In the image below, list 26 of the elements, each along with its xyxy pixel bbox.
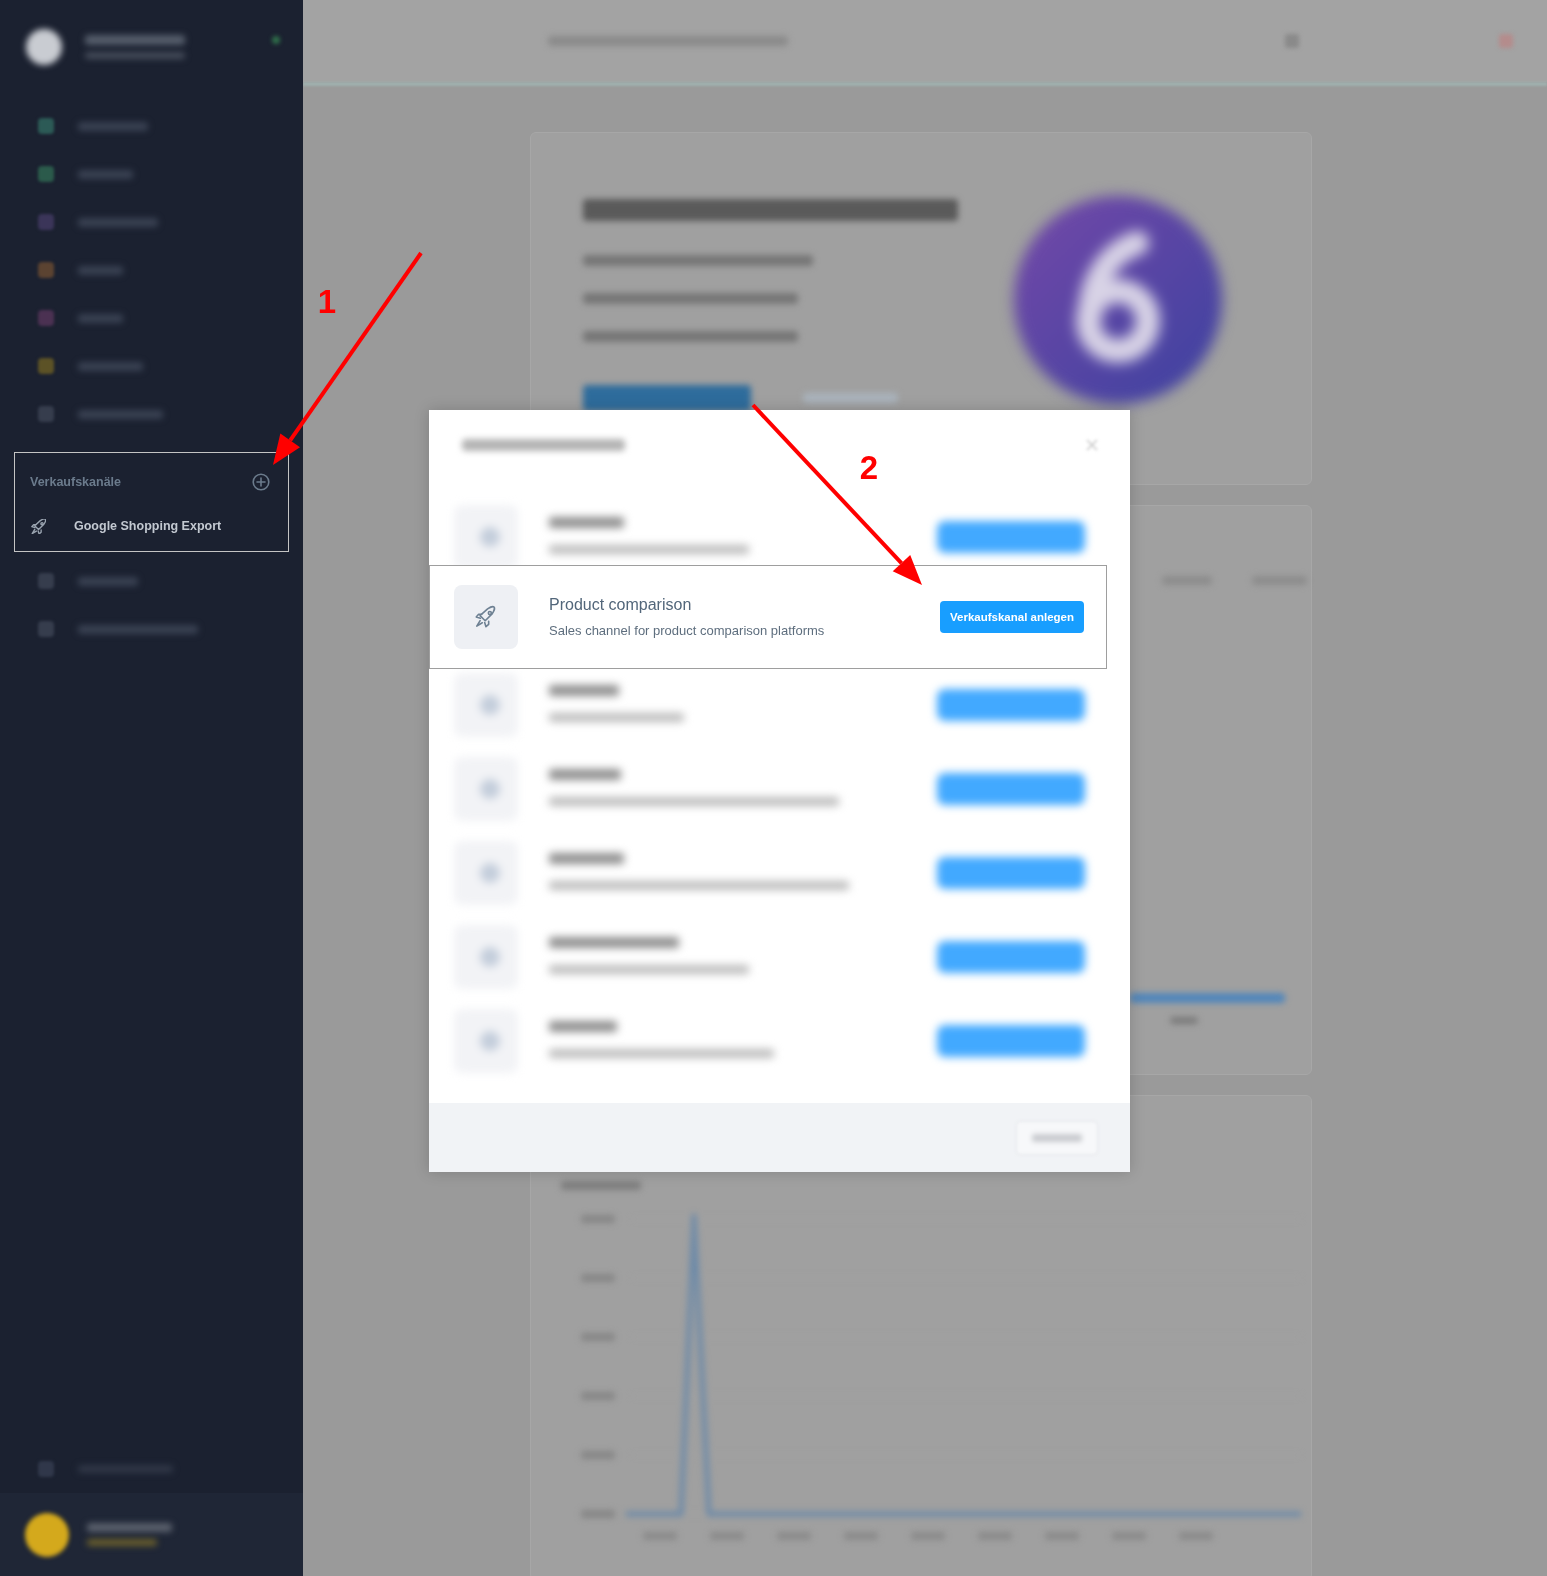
blurred-text-line	[78, 169, 133, 179]
blurred-icon	[38, 1461, 54, 1477]
blurred-text-line	[78, 313, 123, 323]
rocket-icon	[31, 518, 46, 534]
blurred-text-line	[78, 361, 143, 371]
rocket-icon	[454, 585, 518, 649]
avatar	[25, 1512, 69, 1557]
channel-description: Sales channel for product comparison platforms	[549, 623, 825, 639]
close-icon[interactable]	[1086, 439, 1098, 451]
annotation-number: 2	[859, 450, 879, 484]
blurred-text-line	[78, 576, 138, 586]
blurred-link[interactable]	[803, 393, 898, 403]
blurred-dot	[272, 36, 280, 44]
blurred-icon	[38, 621, 54, 637]
blurred-icon	[1285, 34, 1299, 48]
blurred-button[interactable]	[583, 385, 751, 411]
blurred-text-line	[78, 121, 148, 131]
blurred-icon	[38, 573, 54, 589]
channel-title: Product comparison	[549, 595, 693, 614]
section-title: Verkaufskanäle	[30, 474, 122, 489]
add-icon[interactable]	[252, 472, 270, 491]
annotation-number: 1	[317, 284, 337, 318]
blurred-text-line	[78, 265, 123, 275]
blurred-text-line	[87, 1539, 157, 1546]
blurred-logo	[26, 29, 62, 65]
sidebar-item[interactable]: Google Shopping Export	[74, 519, 222, 533]
